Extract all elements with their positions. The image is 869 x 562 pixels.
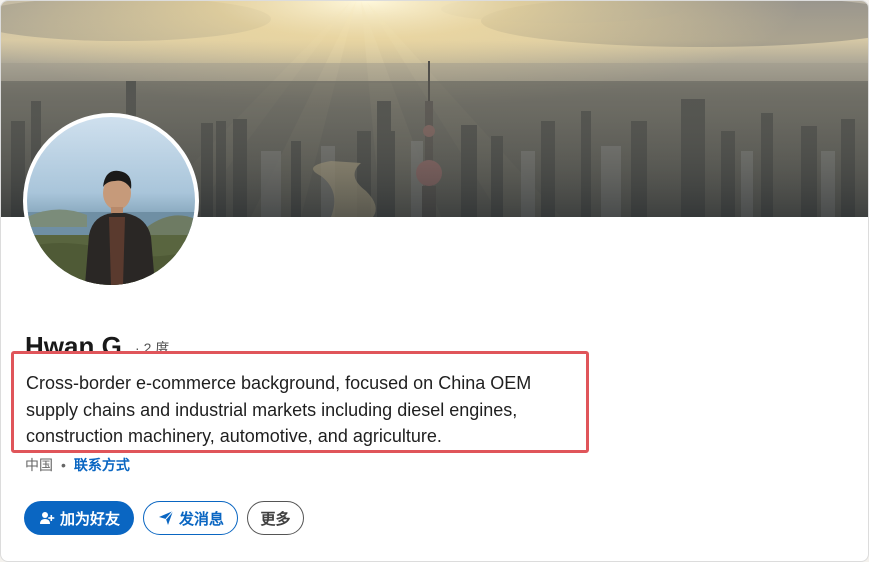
profile-headline: Cross-border e-commerce background, focu… <box>26 373 532 446</box>
avatar[interactable] <box>27 117 195 285</box>
more-button[interactable]: 更多 <box>247 501 304 535</box>
profile-location: 中国 <box>25 457 53 473</box>
meta-separator: • <box>61 457 66 473</box>
headline-highlight-box: Cross-border e-commerce background, focu… <box>11 351 589 453</box>
profile-name: Hwan G. <box>25 331 130 353</box>
profile-card: Hwan G. · 2 度 Cross-border e-commerce ba… <box>0 0 869 562</box>
connect-button-label: 加为好友 <box>59 510 120 528</box>
message-button-label: 发消息 <box>178 510 224 528</box>
profile-actions: 加为好友 发消息 更多 <box>24 501 304 535</box>
message-button[interactable]: 发消息 <box>143 501 238 535</box>
profile-meta: 中国 • 联系方式 <box>25 455 130 475</box>
more-button-label: 更多 <box>260 510 291 528</box>
contact-info-link[interactable]: 联系方式 <box>74 455 130 475</box>
paper-plane-icon <box>157 509 175 527</box>
profile-photo <box>27 170 195 285</box>
add-person-icon <box>38 509 56 527</box>
connect-button[interactable]: 加为好友 <box>24 501 134 535</box>
